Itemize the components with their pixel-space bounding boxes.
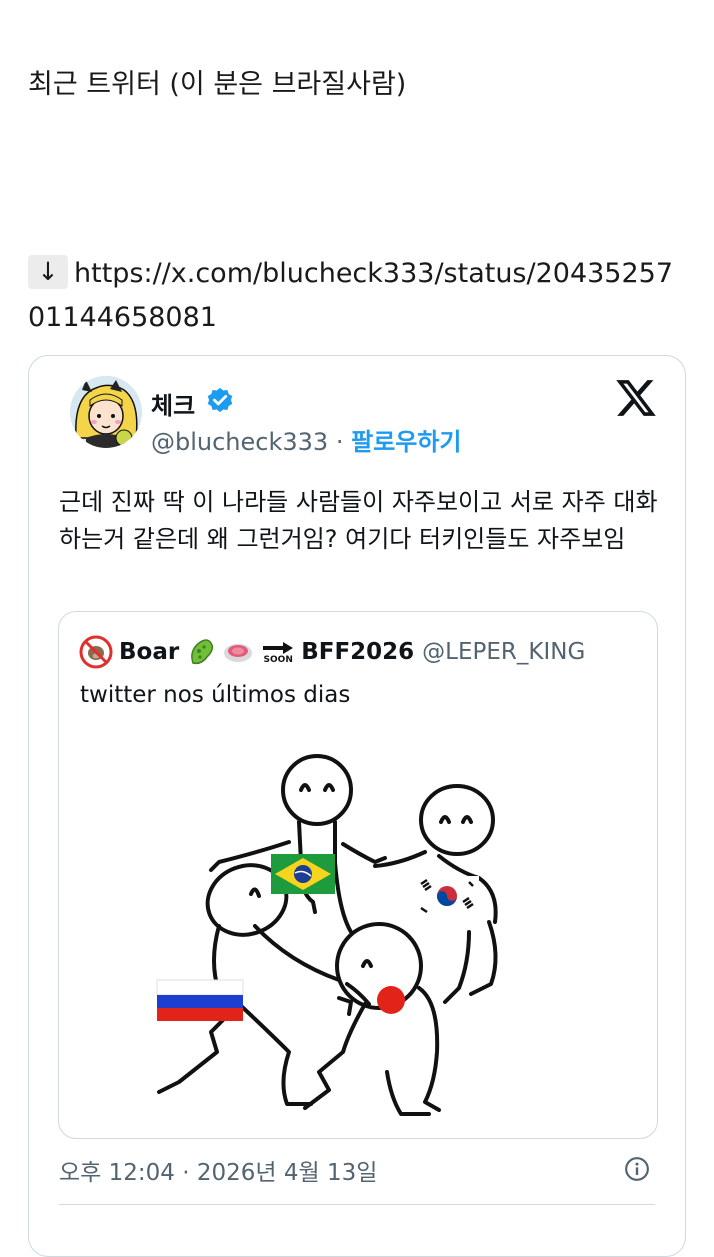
soon-label: SOON (263, 654, 293, 665)
tweet-text: 근데 진짜 딱 이 나라들 사람들이 자주보이고 서로 자주 대화하는거 같은데… (59, 488, 658, 553)
embedded-tweet-card[interactable]: 체크 @blucheck333 · 팔로우하기 근데 진짜 딱 이 나라들 사람… (28, 355, 686, 1257)
quoted-tweet[interactable]: Boar SOON BFF2026 @LEPER_KING twitter no… (58, 611, 658, 1139)
divider (59, 1204, 655, 1205)
tweet-handle-row: @blucheck333 · 팔로우하기 (151, 422, 462, 457)
meat-icon (224, 644, 253, 662)
tweet-author-handle[interactable]: @blucheck333 (151, 428, 328, 456)
avatar[interactable] (70, 376, 142, 448)
post-link-line: ↓ https://x.com/blucheck333/status/204352… (28, 252, 688, 340)
separator-dot: · (335, 428, 344, 456)
info-icon[interactable] (624, 1156, 650, 1182)
post-title: 최근 트위터 (이 분은 브라질사람) (28, 69, 407, 100)
south-korea-flag-icon (415, 876, 479, 916)
quoted-author-name-part1[interactable]: Boar (119, 639, 179, 665)
down-arrow-icon: ↓ (28, 254, 68, 289)
japan-flag-icon (377, 986, 405, 1014)
soon-arrow-icon: SOON (261, 640, 295, 665)
microbe-icon (191, 639, 214, 665)
quoted-author-handle[interactable]: @LEPER_KING (422, 639, 585, 665)
russia-flag-icon (156, 979, 244, 1021)
brazil-flag-icon (271, 854, 335, 894)
quoted-tweet-header: Boar SOON BFF2026 @LEPER_KING (79, 634, 585, 670)
follow-button[interactable]: 팔로우하기 (351, 428, 461, 456)
tweet-author-name[interactable]: 체크 (151, 386, 195, 421)
x-logo-icon[interactable] (614, 376, 658, 420)
tweet-url-link[interactable]: https://x.com/blucheck333/status/2043525… (28, 258, 673, 333)
verified-badge-icon (207, 387, 233, 413)
tweet-timestamp[interactable]: 오후 12:04 · 2026년 4월 13일 (59, 1153, 377, 1187)
no-pig-icon (79, 635, 113, 669)
quoted-tweet-image[interactable] (139, 752, 539, 1132)
quoted-author-name-part2[interactable]: BFF2026 (301, 639, 414, 665)
quoted-tweet-text: twitter nos últimos dias (80, 682, 351, 708)
